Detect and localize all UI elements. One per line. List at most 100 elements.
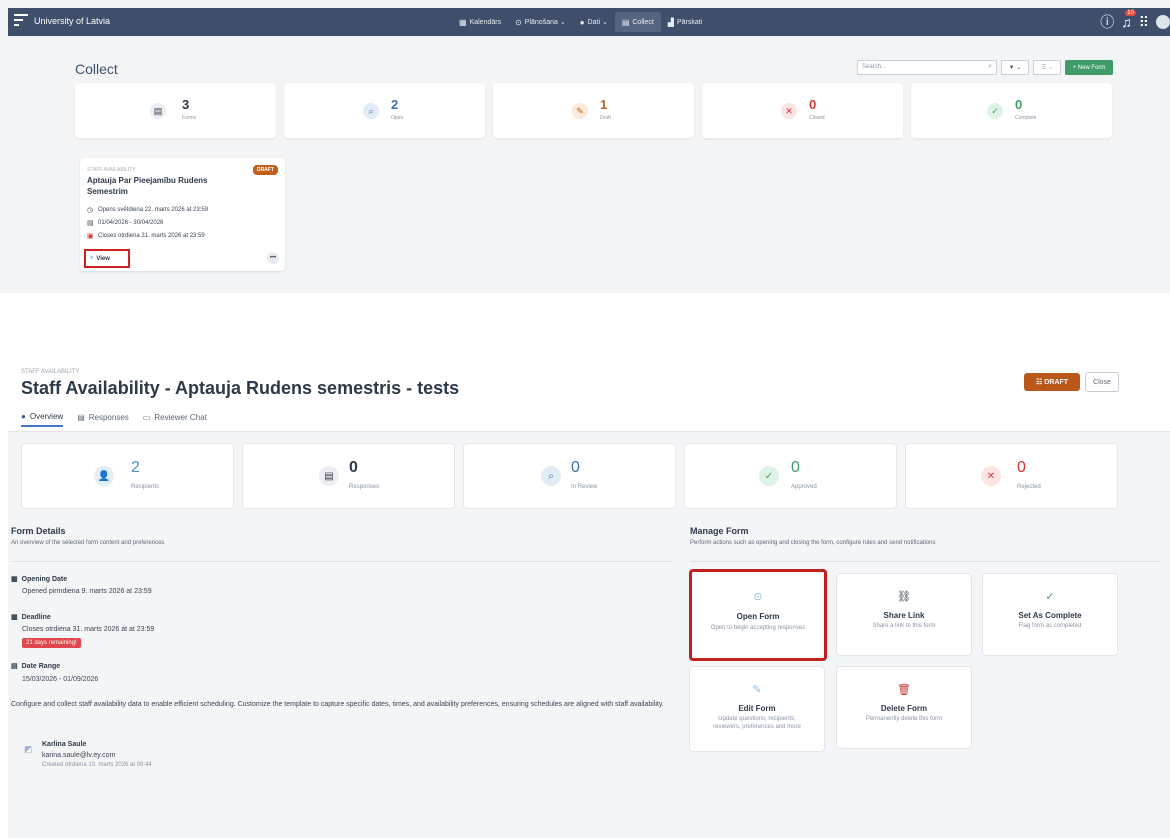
form-category: STAFF AVAILABILITY [21, 369, 80, 375]
forms-icon: ▤ [150, 103, 166, 119]
nav-brand[interactable]: University of Latvia [34, 16, 110, 26]
check-icon: ✓ [759, 466, 779, 486]
stat-card-in-review[interactable]: ⌕ 0 In Review [463, 443, 676, 509]
action-desc: Flag form as completed [1018, 623, 1082, 629]
view-mode-button[interactable]: ☰ ⌄ [1033, 60, 1061, 75]
stat-label: Closed [809, 115, 825, 121]
stat-value: 0 [1017, 459, 1026, 476]
share-link-action[interactable]: ⛓ Share Link Share a link to this form [836, 573, 972, 656]
form-category: STAFF AVAILABILITY [87, 167, 136, 173]
stat-label: Recipients [131, 484, 160, 490]
action-title: Edit Form [738, 704, 776, 713]
filter-button[interactable]: ▼ ⌄ [1001, 60, 1029, 75]
data-icon: ● [579, 17, 585, 27]
section-divider [690, 561, 1160, 562]
stat-label: Rejected [1017, 484, 1041, 490]
search-input[interactable]: Search... ⌕ [857, 60, 997, 75]
close-button[interactable]: Close [1085, 372, 1119, 392]
search-icon: ⌕ [363, 103, 379, 119]
form-date-range: ▤ 01/04/2026 - 30/04/2026 [87, 220, 164, 227]
opening-date-value: Opened pirmdiena 9. marts 2026 at 23:59 [22, 588, 152, 595]
user-icon: 👤 [94, 466, 114, 486]
more-options-button[interactable]: ••• [267, 252, 279, 264]
form-title: Aptauja Par Pieejamību Rudens Semestrim [87, 176, 208, 196]
check-icon: ✓ [1045, 591, 1055, 603]
stat-label: Forms [182, 115, 197, 121]
stat-value: 0 [571, 459, 580, 476]
stat-card-closed[interactable]: ✕ 0 Closed [702, 83, 903, 138]
close-icon: ✕ [981, 466, 1001, 486]
stat-value: 2 [131, 459, 140, 476]
stat-card-approved[interactable]: ✓ 0 Approved [684, 443, 897, 509]
calendar-close-icon: ▣ [87, 233, 94, 240]
draft-status-button[interactable]: ☷ DRAFT [1024, 373, 1080, 391]
collect-icon: ▤ [621, 17, 630, 27]
notification-count: 10 [1125, 10, 1136, 16]
trash-icon: 🗑 [897, 684, 911, 696]
new-form-button[interactable]: + New Form [1065, 60, 1113, 75]
stat-value: 0 [809, 97, 817, 112]
notification-bell-icon[interactable]: ♫ 10 [1121, 10, 1136, 30]
stat-card-responses[interactable]: ▤ 0 Responses [242, 443, 455, 509]
form-card[interactable]: STAFF AVAILABILITY DRAFT Aptauja Par Pie… [80, 158, 285, 271]
calendar-icon: ▤ [87, 220, 94, 227]
detail-tabs: ● Overview ▤ Responses ▭ Reviewer Chat [21, 412, 207, 427]
info-icon: ● [21, 412, 26, 421]
tab-overview[interactable]: ● Overview [21, 412, 64, 427]
stat-label: Complete [1015, 115, 1037, 121]
calendar-icon: ▦ [459, 17, 467, 27]
chat-icon: ▭ [142, 413, 151, 422]
form-closes: ▣ Closes otrdiena 31. marts 2026 at 23:59 [87, 233, 205, 240]
stat-card-rejected[interactable]: ✕ 0 Rejected [905, 443, 1118, 509]
nav-item-planosana[interactable]: ⊙ Plānošana ⌄ [508, 12, 573, 32]
manage-form-subtitle: Perform actions such as opening and clos… [690, 540, 936, 546]
action-desc: Update questions, recipients, reviewers,… [713, 716, 801, 730]
nav-item-kalendars[interactable]: ▦ Kalendārs [452, 12, 508, 32]
edit-icon: ✎ [752, 684, 762, 696]
stat-card-draft[interactable]: ✎ 1 Draft [493, 83, 694, 138]
stat-value: 0 [791, 459, 800, 476]
nav-item-collect[interactable]: ▤ Collect [614, 12, 661, 32]
set-complete-action[interactable]: ✓ Set As Complete Flag form as completed [982, 573, 1118, 656]
responses-icon: ▤ [319, 466, 339, 486]
stat-label: In Review [571, 484, 598, 490]
page-title: Staff Availability - Aptauja Rudens seme… [21, 378, 460, 398]
search-icon: ⌕ [988, 63, 992, 70]
search-icon: ⌕ [541, 466, 561, 486]
manage-form-title: Manage Form [690, 526, 749, 536]
help-icon[interactable]: ⓘ [1100, 12, 1114, 32]
author-avatar-icon: ◩ [24, 744, 33, 754]
responses-icon: ▤ [77, 413, 85, 422]
stat-label: Open [391, 115, 404, 121]
search-icon: ⌕ [90, 255, 94, 261]
delete-form-action[interactable]: 🗑 Delete Form Permanently delete this fo… [836, 666, 972, 749]
nav-item-parskati[interactable]: ▟ Pārskati [661, 12, 709, 32]
chart-icon: ▟ [667, 17, 674, 27]
tab-responses[interactable]: ▤ Responses [77, 412, 129, 427]
stat-card-forms[interactable]: ▤ 3 Forms [75, 83, 276, 138]
edit-form-action[interactable]: ✎ Edit Form Update questions, recipients… [689, 666, 825, 752]
app-logo-icon[interactable] [14, 14, 28, 30]
tab-reviewer-chat[interactable]: ▭ Reviewer Chat [143, 412, 207, 427]
check-icon: ✓ [987, 103, 1003, 119]
form-details-subtitle: An overview of the selected form content… [11, 540, 165, 546]
status-badge: DRAFT [253, 165, 278, 175]
calendar-icon: ▤ [11, 663, 18, 670]
stat-value: 3 [182, 97, 190, 112]
view-button[interactable]: ⌕ View [84, 249, 130, 268]
date-range-value: 15/03/2026 - 01/09/2026 [22, 676, 99, 683]
deadline-value: Closes otrdiena 31. marts 2026 at at 23:… [22, 626, 155, 633]
stat-value: 0 [1015, 97, 1023, 112]
action-desc: Open to begin accepting responses [710, 625, 806, 631]
nav-menu: ▦ Kalendārs ⊙ Plānošana ⌄ ● Dati ⌄ ▤ Collect… [452, 8, 709, 36]
user-avatar[interactable] [1156, 15, 1170, 29]
nav-item-dati[interactable]: ● Dati ⌄ [573, 12, 615, 32]
stat-card-open[interactable]: ⌕ 2 Open [284, 83, 485, 138]
author-name: Karlina Saule [42, 741, 87, 748]
stat-card-complete[interactable]: ✓ 0 Complete [911, 83, 1112, 138]
calendar-icon: ▦ [11, 576, 18, 583]
stat-card-recipients[interactable]: 👤 2 Recipients [21, 443, 234, 509]
open-form-action[interactable]: ⊙ Open Form Open to begin accepting resp… [689, 569, 827, 661]
apps-grid-icon[interactable]: ⠿ [1139, 14, 1149, 31]
edit-icon: ✎ [572, 103, 588, 119]
